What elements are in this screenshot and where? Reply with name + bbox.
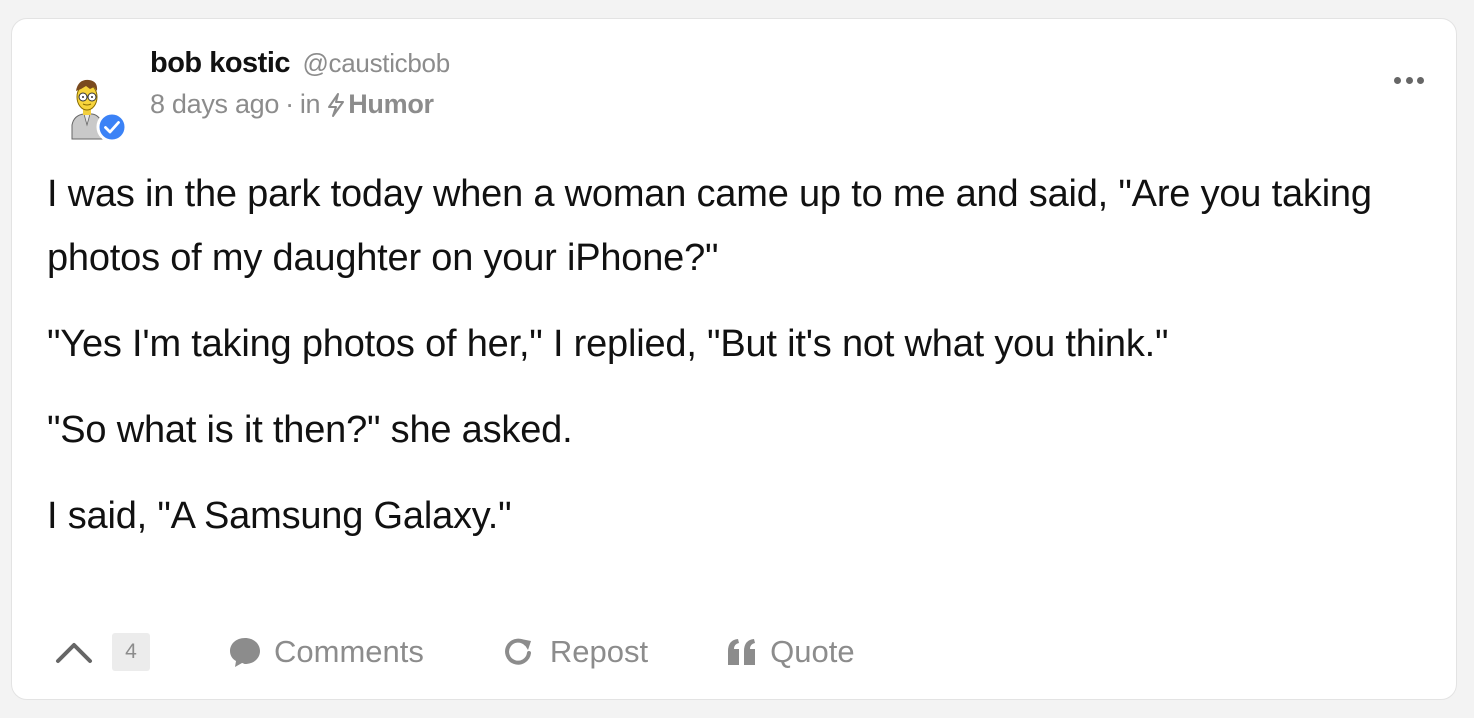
repost-label: Repost	[549, 634, 649, 669]
comments-button[interactable]: Comments	[228, 634, 424, 670]
author-avatar[interactable]	[62, 69, 128, 143]
quote-marks-icon	[728, 639, 756, 665]
author-name[interactable]: bob kostic	[150, 47, 291, 79]
verified-badge-icon	[96, 111, 128, 143]
quote-button[interactable]: Quote	[726, 634, 855, 670]
more-dots-icon	[1394, 76, 1401, 84]
speech-bubble-icon	[230, 638, 260, 667]
upvote-count: 4	[112, 633, 150, 671]
in-label: in	[299, 89, 321, 119]
lightning-bolt-icon	[328, 92, 345, 117]
meta-separator: ·	[285, 89, 294, 119]
post-body: I was in the park today when a woman cam…	[47, 162, 1437, 570]
post-timestamp[interactable]: 8 days ago	[150, 89, 279, 120]
category-link[interactable]: Humor	[348, 89, 434, 120]
action-bar: 4 Comments Repost Quote	[54, 627, 855, 677]
author-handle[interactable]: @causticbob	[302, 48, 450, 78]
repost-button[interactable]: Repost	[502, 634, 648, 670]
post-paragraph: "Yes I'm taking photos of her," I replie…	[47, 323, 1169, 365]
upvote-button[interactable]: 4	[54, 633, 150, 671]
post-paragraph: I said, "A Samsung Galaxy."	[47, 495, 512, 537]
more-options-button[interactable]	[1394, 75, 1424, 85]
refresh-arrow-icon	[504, 638, 531, 665]
post-paragraph: "So what is it then?" she asked.	[47, 409, 573, 451]
post-card: bob kostic @causticbob 8 days ago · in H…	[11, 18, 1457, 700]
chevron-up-icon	[56, 643, 92, 663]
post-meta: 8 days ago · in Humor	[150, 89, 434, 120]
author-header: bob kostic @causticbob	[150, 47, 450, 80]
post-paragraph: I was in the park today when a woman cam…	[47, 173, 1372, 279]
quote-label: Quote	[770, 634, 855, 669]
comments-label: Comments	[274, 634, 424, 669]
